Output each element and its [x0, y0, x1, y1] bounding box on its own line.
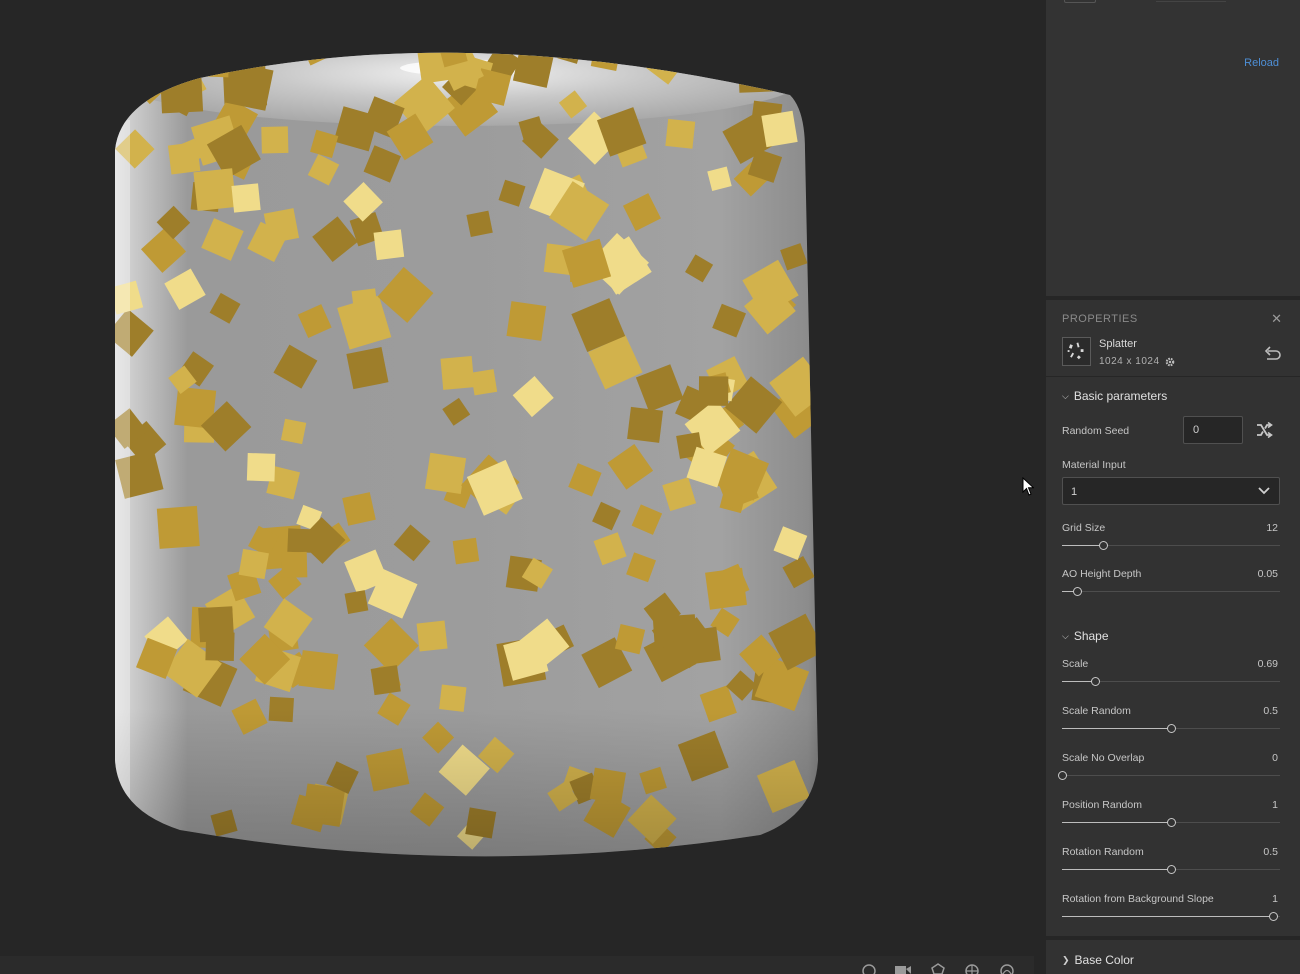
shuffle-icon[interactable] [1255, 421, 1273, 439]
material-preview-cylinder[interactable] [0, 0, 1034, 956]
confetti-piece [118, 52, 174, 97]
rotation-background-slope-label: Rotation from Background Slope [1062, 893, 1214, 905]
chevron-down-icon: ⌵ [1062, 391, 1069, 401]
section-title: Base Color [1074, 953, 1134, 967]
material-input-value: 1 [1071, 486, 1078, 498]
reload-link[interactable]: Reload [1244, 57, 1279, 69]
viewport-toolbar [0, 956, 1034, 974]
random-seed-label: Random Seed [1062, 425, 1130, 437]
splatter-thumbnail [1062, 337, 1091, 366]
reset-icon[interactable] [1264, 345, 1282, 361]
scale-random-value: 0.5 [1263, 705, 1278, 717]
scale-no-overlap-label: Scale No Overlap [1062, 752, 1145, 764]
panel-divider [1046, 376, 1300, 377]
chevron-down-icon [1258, 487, 1270, 495]
confetti-piece [775, 52, 807, 65]
section-shape[interactable]: ⌵ Shape [1062, 629, 1109, 643]
layer-swatch[interactable] [1064, 0, 1096, 3]
layers-panel: Reload [1046, 0, 1300, 296]
chevron-down-icon: ⌵ [1062, 631, 1069, 641]
globe-icon[interactable] [963, 962, 981, 974]
chevron-right-icon: ❯ [1062, 955, 1070, 965]
rotation-background-slope-value: 1 [1272, 893, 1278, 905]
random-seed-input[interactable] [1183, 416, 1243, 444]
scale-slider[interactable] [1062, 677, 1280, 687]
scale-random-slider[interactable] [1062, 724, 1280, 734]
slider-knob[interactable] [1058, 771, 1067, 780]
rotation-random-value: 0.5 [1263, 846, 1278, 858]
scale-label: Scale [1062, 658, 1089, 670]
slider-knob[interactable] [1090, 677, 1100, 686]
grid-size-slider[interactable] [1062, 541, 1280, 551]
layer-field[interactable] [1156, 0, 1226, 2]
scale-random-label: Scale Random [1062, 705, 1131, 717]
slider-knob[interactable] [1269, 912, 1279, 921]
position-random-slider[interactable] [1062, 818, 1280, 828]
confetti-piece [189, 52, 230, 78]
3d-viewport[interactable] [0, 0, 1034, 974]
slider-knob[interactable] [1167, 724, 1176, 733]
slider-knob[interactable] [1167, 818, 1176, 827]
panel-divider [1046, 936, 1300, 940]
section-title: Shape [1073, 629, 1109, 643]
rotation-random-label: Rotation Random [1062, 846, 1144, 858]
rotation-background-slope-slider[interactable] [1062, 912, 1280, 922]
scale-value: 0.69 [1257, 658, 1278, 670]
confetti-piece [760, 52, 803, 73]
camera-icon[interactable] [894, 962, 912, 974]
gear-icon[interactable] [1164, 356, 1176, 368]
ao-height-depth-value: 0.05 [1257, 568, 1278, 580]
material-input-select[interactable]: 1 [1062, 477, 1280, 505]
properties-header: PROPERTIES [1062, 313, 1138, 325]
material-input-label: Material Input [1062, 459, 1126, 471]
slider-knob[interactable] [1167, 865, 1176, 874]
confetti-piece [790, 52, 818, 70]
settings-shape-icon[interactable] [929, 962, 947, 974]
section-title: Basic parameters [1073, 389, 1168, 403]
slider-knob[interactable] [1073, 587, 1083, 596]
grid-size-value: 12 [1266, 522, 1278, 534]
node-resolution: 1024 x 1024 [1099, 356, 1160, 367]
environment-icon[interactable] [998, 962, 1016, 974]
position-random-label: Position Random [1062, 799, 1142, 811]
confetti-piece [217, 52, 257, 66]
right-panel: Reload PROPERTIES ✕ Splatter 1024 x 1024… [1046, 0, 1300, 974]
close-icon[interactable]: ✕ [1271, 311, 1282, 327]
scale-no-overlap-slider[interactable] [1058, 771, 1280, 781]
rotation-random-slider[interactable] [1062, 865, 1280, 875]
ao-height-depth-slider[interactable] [1062, 587, 1280, 597]
node-name: Splatter [1099, 338, 1137, 350]
ao-height-depth-label: AO Height Depth [1062, 568, 1142, 580]
position-random-value: 1 [1272, 799, 1278, 811]
clock-icon[interactable] [860, 962, 878, 974]
panel-splitter[interactable] [1034, 0, 1046, 974]
confetti-piece [180, 52, 212, 74]
slider-knob[interactable] [1099, 541, 1109, 550]
scale-no-overlap-value: 0 [1272, 752, 1278, 764]
mouse-cursor-icon [1022, 477, 1034, 496]
section-base-color[interactable]: ❯ Base Color [1062, 953, 1134, 967]
panel-divider[interactable] [1046, 296, 1300, 300]
section-basic-parameters[interactable]: ⌵ Basic parameters [1062, 389, 1167, 403]
grid-size-label: Grid Size [1062, 522, 1106, 534]
